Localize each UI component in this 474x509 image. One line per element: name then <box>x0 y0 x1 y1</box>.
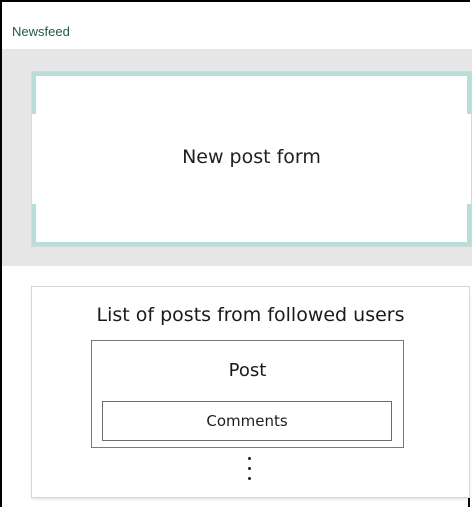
new-post-form[interactable]: New post form <box>32 72 471 246</box>
page-title: Newsfeed <box>12 24 70 39</box>
more-vertical-icon <box>242 455 258 485</box>
new-post-form-label: New post form <box>182 146 321 168</box>
post-item[interactable]: Post Comments <box>91 340 404 448</box>
form-corner-bottom-right <box>453 204 471 246</box>
form-corner-top-left <box>32 72 50 114</box>
form-top-border <box>32 72 471 76</box>
form-corner-bottom-left <box>32 204 50 246</box>
posts-list-card: List of posts from followed users Post C… <box>32 287 469 497</box>
dot <box>248 477 251 480</box>
form-bottom-border <box>32 242 471 246</box>
comments-label: Comments <box>206 412 288 430</box>
comments-section[interactable]: Comments <box>102 401 392 441</box>
form-corner-top-right <box>453 72 471 114</box>
section-divider <box>2 266 472 286</box>
top-bar: Newsfeed <box>2 2 472 50</box>
app-frame: Newsfeed New post form List of posts fro… <box>0 0 472 507</box>
post-label: Post <box>228 360 267 381</box>
dot <box>248 467 251 470</box>
dot <box>248 457 251 460</box>
posts-list-title: List of posts from followed users <box>96 304 405 326</box>
